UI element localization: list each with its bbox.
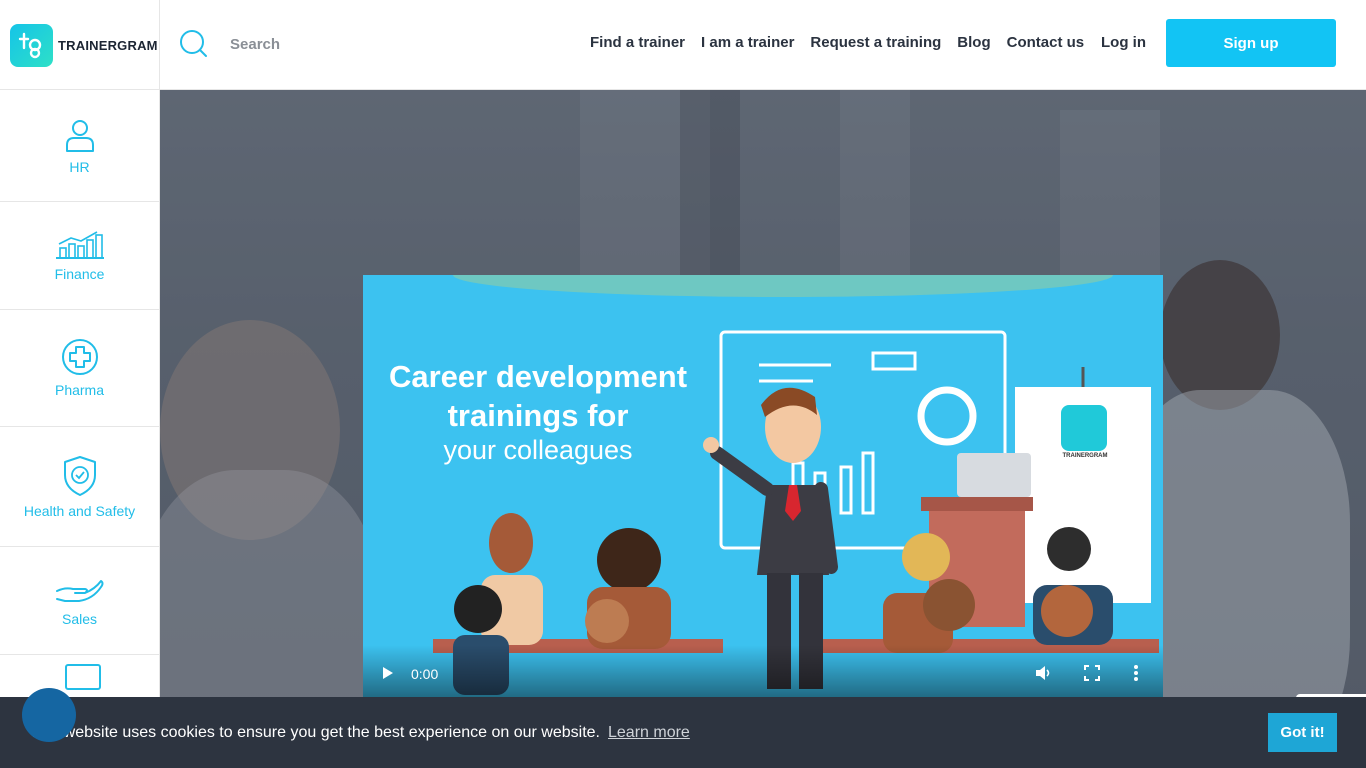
nav-request-training[interactable]: Request a training [810,34,941,51]
fullscreen-icon[interactable] [1082,663,1102,683]
top-header: TRAINERGRAM Find a trainer I am a traine… [0,0,1366,90]
search-icon[interactable] [178,28,208,58]
search-input[interactable] [222,30,522,58]
hand-icon [55,579,103,602]
medical-cross-icon [61,339,98,375]
category-label: Sales [61,610,98,627]
cookie-message: This website uses cookies to ensure you … [29,723,600,741]
cookie-banner: This website uses cookies to ensure you … [0,697,1366,768]
category-health-safety[interactable]: Health and Safety [0,427,159,547]
main-nav: Find a trainer I am a trainer Request a … [590,34,1084,51]
video-illustration [433,275,1159,695]
logo[interactable]: TRAINERGRAM [0,0,160,90]
play-icon[interactable] [383,667,393,679]
nav-find-trainer[interactable]: Find a trainer [590,34,685,51]
nav-i-am-trainer[interactable]: I am a trainer [701,34,794,51]
more-options-icon[interactable] [1133,663,1139,683]
shield-check-icon [63,455,96,496]
learn-more-link[interactable]: Learn more [608,724,690,742]
video-headline: Career development trainings for [388,359,688,433]
video-time: 0:00 [411,666,439,682]
trainergram-logo-icon [10,23,53,67]
category-sales[interactable]: Sales [0,547,159,655]
video-controls: 0:00 [363,645,1163,697]
signup-button[interactable]: Sign up [1166,19,1336,67]
category-finance[interactable]: Finance [0,202,159,310]
category-label: HR [69,158,90,175]
cookie-accept-button[interactable]: Got it! [1268,713,1337,752]
brand-name: TRAINERGRAM [58,37,158,53]
nav-contact-us[interactable]: Contact us [1007,34,1085,51]
login-link[interactable]: Log in [1101,34,1146,51]
category-sidebar: HR Finance Pharma Health and Safety Sale… [0,90,160,768]
screen-icon [64,664,101,690]
board-brand: TRAINERGRAM [1062,453,1108,459]
category-pharma[interactable]: Pharma [0,310,159,427]
category-label: Pharma [54,382,105,398]
volume-icon[interactable] [1033,663,1053,683]
video-subline: your colleagues [443,435,633,465]
user-icon [65,119,94,152]
intro-video[interactable]: Career development trainings for your co… [363,275,1163,697]
category-label: Finance [54,265,105,282]
nav-blog[interactable]: Blog [957,34,990,51]
chart-icon [55,230,104,259]
category-hr[interactable]: HR [0,90,159,202]
chat-bubble-icon[interactable] [22,688,76,742]
category-label: Health and Safety [23,502,136,519]
